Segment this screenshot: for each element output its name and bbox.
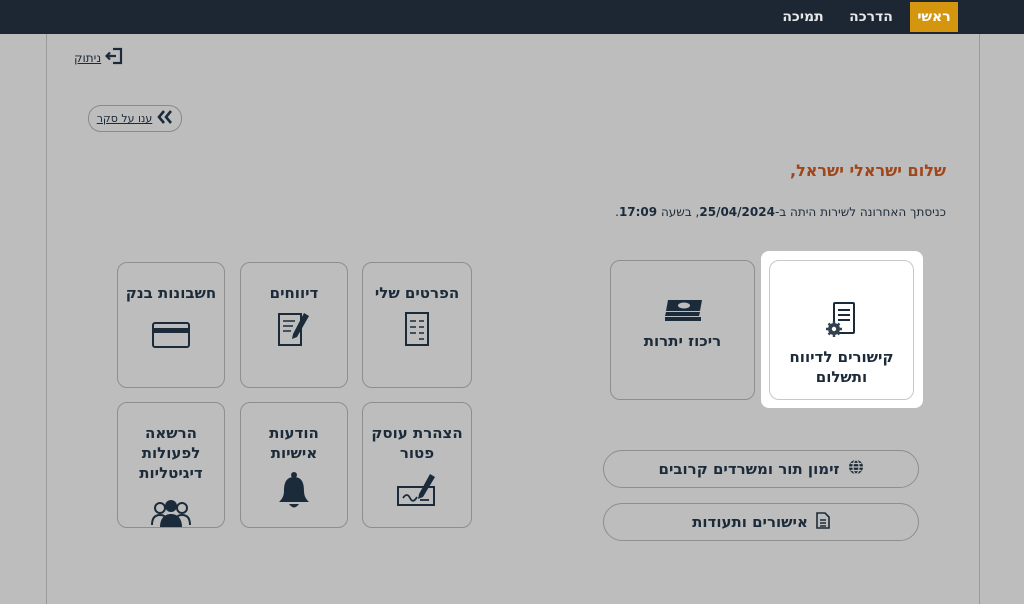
double-chevron-left-icon <box>157 110 173 127</box>
users-group-icon <box>151 499 191 531</box>
appointments-button[interactable]: זימון תור ומשרדים קרובים <box>603 450 919 488</box>
tile-my-details-label: הפרטים שלי <box>374 284 460 302</box>
last-login-text: כניסתך האחרונה לשירות היתה ב-25/04/2024,… <box>615 205 946 219</box>
document-gear-icon <box>825 301 859 343</box>
tile-digital-authorization-label: הרשאה לפעולות דיגיטליות <box>139 424 203 482</box>
nav-support[interactable]: תמיכה <box>777 2 829 32</box>
tile-exempt-declaration-label: הצהרת עוסק פטור <box>371 424 463 462</box>
tile-exempt-declaration[interactable]: הצהרת עוסק פטור <box>362 402 472 528</box>
credit-card-icon <box>151 321 191 353</box>
tile-balance-summary-label: ריכוז יתרות <box>643 332 722 350</box>
globe-icon <box>848 459 864 479</box>
appointments-label: זימון תור ומשרדים קרובים <box>658 460 840 478</box>
logout-icon <box>105 47 123 68</box>
logout-link[interactable]: ניתוק <box>74 47 123 68</box>
certificates-button[interactable]: אישורים ותעודות <box>603 503 919 541</box>
certificates-label: אישורים ותעודות <box>692 513 808 531</box>
tile-digital-authorization[interactable]: הרשאה לפעולות דיגיטליות <box>117 402 225 528</box>
survey-button[interactable]: ענו על סקר <box>88 105 182 132</box>
bell-icon <box>276 471 312 515</box>
nav-home[interactable]: ראשי <box>910 2 958 32</box>
tile-reports[interactable]: דיווחים <box>240 262 348 388</box>
survey-label: ענו על סקר <box>96 112 153 125</box>
greeting-text: שלום ישראלי ישראל, <box>790 161 946 180</box>
tile-payment-links-label: קישורים לדיווח ותשלום <box>789 348 894 386</box>
tile-reports-label: דיווחים <box>269 284 319 302</box>
last-login-time: 17:09 <box>618 205 658 219</box>
banknotes-icon <box>662 297 704 327</box>
tile-balance-summary[interactable]: ריכוז יתרות <box>610 260 755 400</box>
last-login-date: 25/04/2024 <box>699 205 775 219</box>
check-signature-icon <box>396 473 438 513</box>
last-login-prefix: כניסתך האחרונה לשירות היתה ב- <box>774 205 946 219</box>
logout-label: ניתוק <box>74 50 102 65</box>
tile-payment-links[interactable]: קישורים לדיווח ותשלום <box>769 260 914 400</box>
tile-bank-accounts-label: חשבונות בנק <box>125 284 217 302</box>
tile-personal-messages-label: הודעות אישיות <box>269 424 319 462</box>
document-icon <box>816 511 830 533</box>
tile-my-details[interactable]: הפרטים שלי <box>362 262 472 388</box>
tile-bank-accounts[interactable]: חשבונות בנק <box>117 262 225 388</box>
tile-personal-messages[interactable]: הודעות אישיות <box>240 402 348 528</box>
document-pen-icon <box>277 311 311 351</box>
form-icon <box>404 311 430 351</box>
last-login-middle: , בשעה <box>657 205 700 219</box>
top-nav-bar: ראשי הדרכה תמיכה <box>0 0 1024 34</box>
nav-guide[interactable]: הדרכה <box>845 2 897 32</box>
